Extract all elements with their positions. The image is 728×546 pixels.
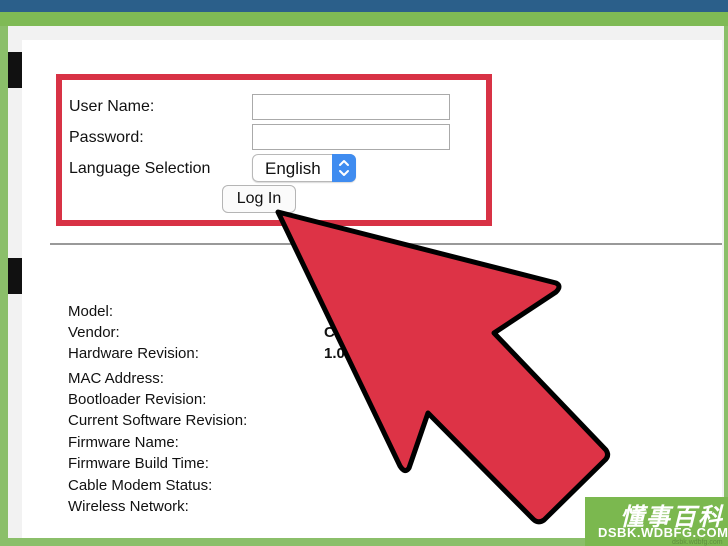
watermark-small-url: dsbk.wdbfg.com — [672, 539, 723, 546]
watermark-url: DSBK.WDBFG.COM — [598, 525, 728, 540]
arrow-pointer-icon — [275, 209, 611, 525]
